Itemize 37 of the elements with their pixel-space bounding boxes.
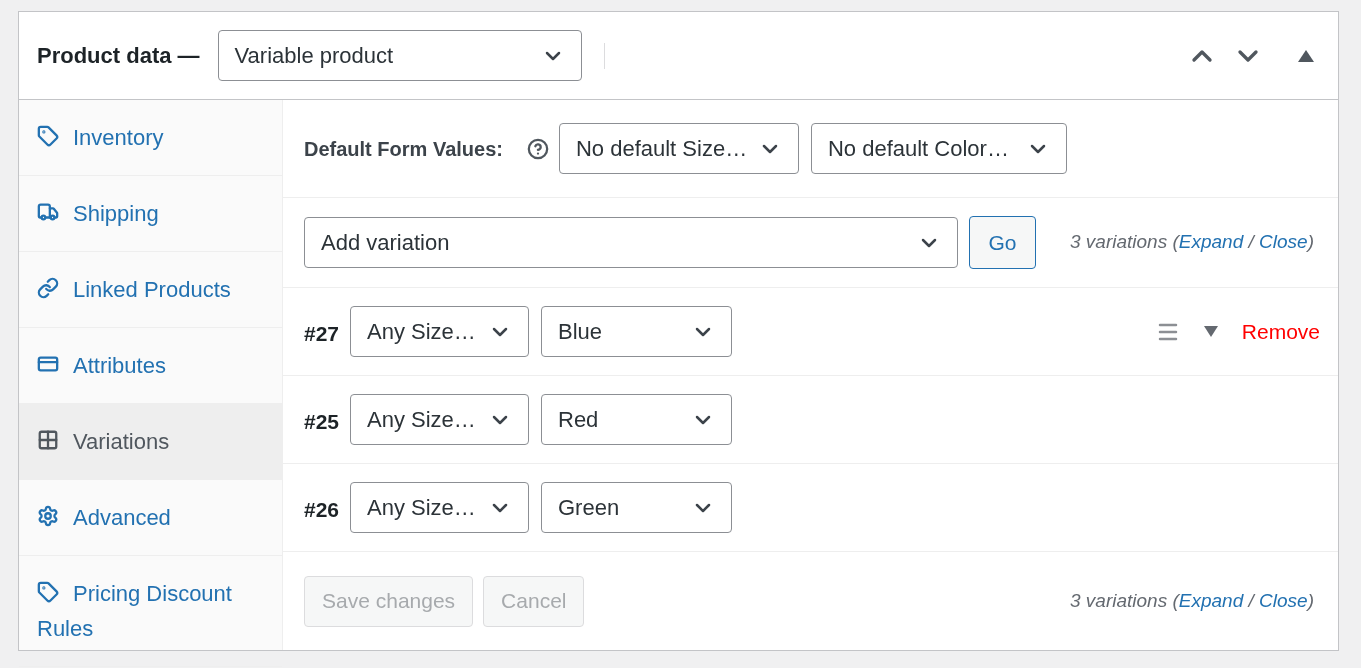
variation-id: #27	[304, 321, 341, 347]
select-dropdown[interactable]: Variable product	[217, 30, 582, 81]
select-dropdown[interactable]: Green	[541, 482, 732, 533]
expand-link[interactable]: Expand	[1178, 589, 1244, 611]
link-icon	[37, 277, 59, 299]
card-icon	[37, 353, 59, 375]
select-dropdown[interactable]: Any Size…	[350, 306, 529, 357]
tag-icon	[37, 125, 59, 147]
truck-icon	[37, 201, 59, 223]
sidebar-tab[interactable]: Advanced	[19, 480, 282, 556]
collapse-triangle-icon[interactable]	[1298, 49, 1314, 62]
gear-icon	[37, 505, 59, 527]
grid-icon	[37, 429, 59, 451]
select-dropdown[interactable]: Red	[541, 394, 732, 445]
remove-link[interactable]: Remove	[1241, 315, 1320, 348]
select-dropdown[interactable]: No default Color…	[810, 123, 1067, 174]
sidebar-tab[interactable]: Inventory	[19, 100, 282, 176]
sidebar-tab[interactable]: Pricing Discount Rules	[19, 556, 282, 667]
default-form-label: Default Form Values:	[304, 136, 503, 162]
select-dropdown[interactable]: Any Size…	[350, 394, 529, 445]
sidebar-tab[interactable]: Shipping	[19, 176, 282, 252]
panel-title: Product data —	[37, 42, 200, 70]
select-dropdown[interactable]: No default Size…	[558, 123, 799, 174]
sidebar-tab[interactable]: Linked Products	[19, 252, 282, 328]
variation-id: #26	[304, 497, 341, 523]
sidebar-tab[interactable]: Variations	[19, 404, 282, 480]
expand-triangle-icon[interactable]	[1203, 326, 1218, 337]
variation-id: #25	[304, 409, 341, 435]
select-dropdown[interactable]: Any Size…	[350, 482, 529, 533]
select-dropdown[interactable]: Add variation	[304, 217, 958, 268]
help-icon[interactable]	[526, 137, 549, 160]
variations-summary: 3 variations (Expand / Close)	[1070, 230, 1314, 255]
variations-summary: 3 variations (Expand / Close)	[1070, 588, 1314, 613]
expand-link[interactable]: Expand	[1178, 231, 1244, 253]
go-button[interactable]: Go	[969, 216, 1036, 269]
tag-icon	[37, 581, 59, 603]
select-dropdown[interactable]: Blue	[541, 306, 732, 357]
